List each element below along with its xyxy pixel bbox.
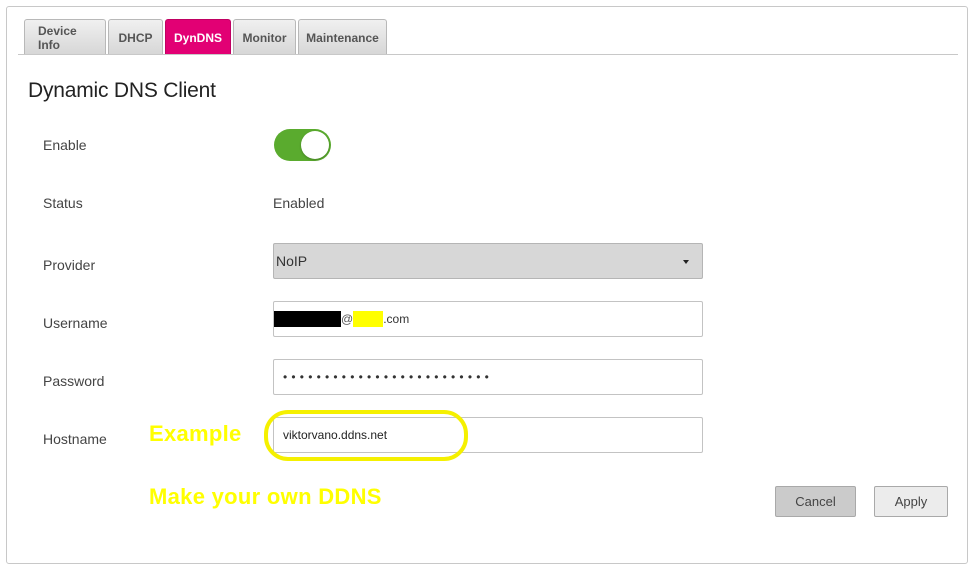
status-label: Status [43, 195, 83, 211]
provider-selected-value: NoIP [276, 253, 308, 269]
page-title: Dynamic DNS Client [28, 79, 216, 102]
redaction-black [274, 311, 341, 327]
tab-maintenance[interactable]: Maintenance [298, 19, 387, 55]
cancel-button[interactable]: Cancel [775, 486, 856, 517]
tab-device-info[interactable]: Device Info [24, 19, 106, 55]
tab-divider [18, 54, 958, 55]
username-at: @ [341, 312, 354, 326]
annotation-make-own-ddns: Make your own DDNS [149, 484, 382, 509]
hostname-input[interactable]: viktorvano.ddns.net [273, 417, 703, 453]
provider-select[interactable]: NoIP [273, 243, 703, 279]
redaction-yellow [353, 311, 384, 327]
tab-dhcp[interactable]: DHCP [108, 19, 163, 55]
password-masked-value: ••••••••••••••••••••••••• [283, 370, 494, 384]
username-input[interactable]: @ .com [273, 301, 703, 337]
enable-label: Enable [43, 137, 87, 153]
annotation-example: Example [149, 421, 242, 446]
username-label: Username [43, 315, 108, 331]
password-label: Password [43, 373, 105, 389]
apply-button[interactable]: Apply [874, 486, 948, 517]
hostname-value: viktorvano.ddns.net [283, 428, 388, 442]
tab-monitor[interactable]: Monitor [233, 19, 296, 55]
status-value: Enabled [273, 195, 325, 211]
password-input[interactable]: ••••••••••••••••••••••••• [273, 359, 703, 395]
username-domain-suffix: .com [383, 312, 410, 326]
provider-label: Provider [43, 257, 96, 273]
caret-down-icon [683, 260, 689, 264]
tab-dyndns[interactable]: DynDNS [165, 19, 231, 55]
hostname-label: Hostname [43, 431, 107, 447]
toggle-knob [301, 131, 329, 159]
enable-toggle[interactable] [274, 129, 331, 161]
tab-bar: Device Info DHCP DynDNS Monitor Maintena… [24, 12, 389, 55]
